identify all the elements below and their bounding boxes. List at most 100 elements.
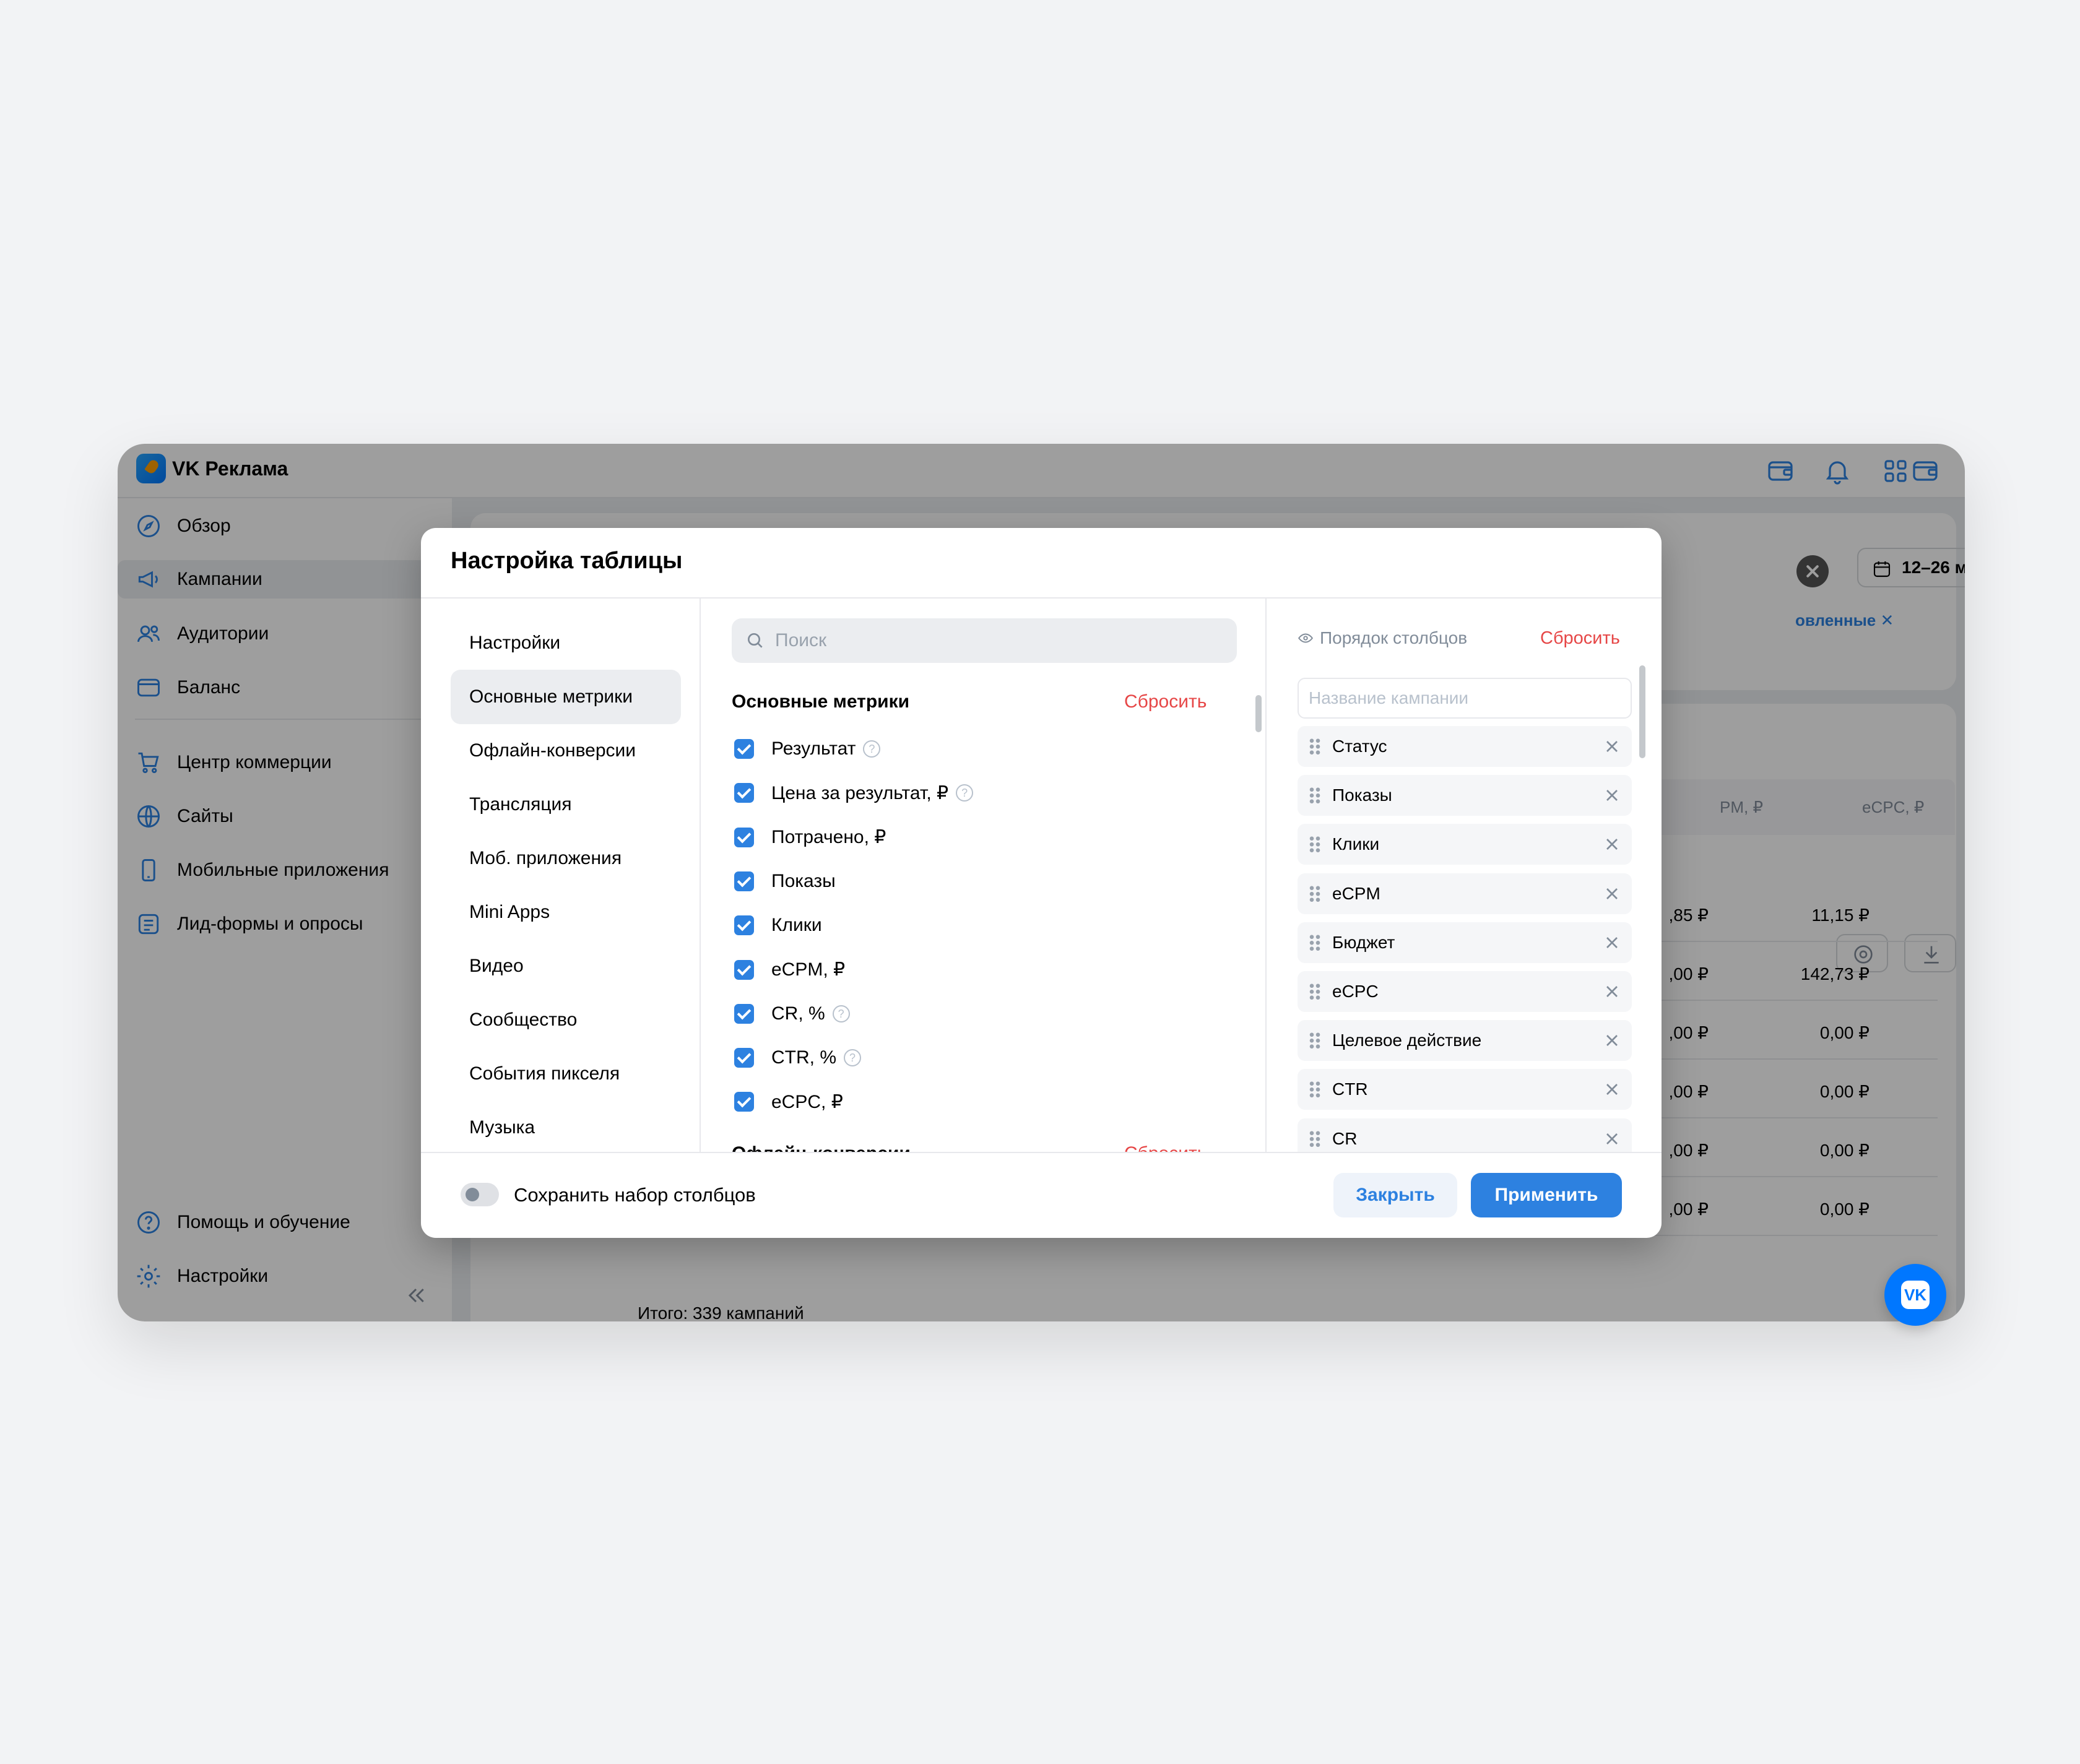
metric-label: Клики [771, 915, 822, 936]
checkbox-checked-icon[interactable] [734, 827, 754, 847]
close-button[interactable]: Закрыть [1333, 1173, 1457, 1217]
category-item[interactable]: Настройки [451, 616, 681, 670]
metric-checkbox-row[interactable]: Показы [734, 866, 836, 897]
metric-checkbox-row[interactable]: CTR, %? [734, 1042, 861, 1073]
column-order-label: Целевое действие [1332, 1031, 1482, 1050]
metric-label: eCPC, ₽ [771, 1091, 843, 1112]
category-item[interactable]: Трансляция [451, 777, 681, 832]
fixed-column-label: Название кампании [1309, 688, 1469, 707]
metric-checkbox-row[interactable]: Цена за результат, ₽? [734, 777, 974, 808]
metric-label: eCPM, ₽ [771, 959, 846, 980]
checkbox-checked-icon[interactable] [734, 1092, 754, 1112]
metric-checkbox-row[interactable]: Результат? [734, 733, 881, 764]
category-item[interactable]: Mini Apps [451, 885, 681, 940]
remove-column-icon[interactable] [1602, 933, 1622, 953]
metric-label: CTR, % [771, 1047, 836, 1068]
vk-chat-button[interactable]: VK [1884, 1264, 1946, 1326]
metric-label: Потрачено, ₽ [771, 827, 886, 848]
drag-handle-icon[interactable] [1309, 1032, 1321, 1050]
checkbox-checked-icon[interactable] [734, 959, 754, 980]
checkbox-checked-icon[interactable] [734, 783, 754, 803]
column-order-panel: Порядок столбцов Сбросить Название кампа… [1268, 599, 1662, 1152]
remove-column-icon[interactable] [1602, 1079, 1622, 1099]
search-input[interactable]: Поиск [732, 618, 1237, 663]
drag-handle-icon[interactable] [1309, 983, 1321, 1000]
drag-handle-icon[interactable] [1309, 1130, 1321, 1148]
vk-logo-icon: VK [1901, 1281, 1930, 1309]
checkbox-checked-icon[interactable] [734, 871, 754, 891]
section-title: Основные метрики [732, 691, 910, 712]
metric-label: Показы [771, 870, 836, 891]
column-order-item[interactable]: Статус [1298, 726, 1632, 767]
category-item[interactable]: Видео [451, 939, 681, 993]
metric-label: Результат [771, 738, 856, 759]
table-settings-modal: Настройка таблицы Настройки Основные метр… [421, 528, 1662, 1238]
help-circle-icon[interactable]: ? [844, 1049, 861, 1067]
reset-metrics-button[interactable]: Сбросить [1124, 691, 1207, 712]
save-columns-toggle[interactable] [461, 1183, 499, 1206]
metric-checkbox-row[interactable]: Потрачено, ₽ [734, 822, 886, 853]
next-section-title: Офлайн-конверсии [732, 1143, 911, 1152]
drag-handle-icon[interactable] [1309, 836, 1321, 854]
search-icon [748, 633, 763, 648]
metrics-panel: Поиск Основные метрики Сбросить Результа… [702, 599, 1267, 1152]
category-item[interactable]: Сообщество [451, 993, 681, 1047]
checkbox-checked-icon[interactable] [734, 1048, 754, 1068]
remove-column-icon[interactable] [1602, 884, 1622, 904]
drag-handle-icon[interactable] [1309, 738, 1321, 755]
remove-column-icon[interactable] [1602, 737, 1622, 756]
column-order-item[interactable]: eCPC [1298, 971, 1632, 1012]
drag-handle-icon[interactable] [1309, 1081, 1321, 1099]
column-order-label: Бюджет [1332, 932, 1395, 952]
help-circle-icon[interactable]: ? [863, 740, 881, 758]
checkbox-checked-icon[interactable] [734, 1003, 754, 1024]
column-order-item[interactable]: Показы [1298, 775, 1632, 816]
category-item[interactable]: Музыка [451, 1100, 681, 1152]
metrics-scrollbar[interactable] [1255, 695, 1262, 732]
fixed-column-campaign-name: Название кампании [1298, 678, 1632, 719]
modal-footer-divider [421, 1152, 1662, 1153]
metric-checkbox-row[interactable]: eCPC, ₽ [734, 1086, 843, 1117]
column-order-label: eCPM [1332, 883, 1380, 903]
category-item[interactable]: События пикселя [451, 1047, 681, 1101]
metric-label: CR, % [771, 1003, 825, 1024]
category-list: Настройки Основные метрики Офлайн-конверси… [421, 599, 701, 1152]
category-item[interactable]: Моб. приложения [451, 831, 681, 886]
column-order-item[interactable]: eCPM [1298, 873, 1632, 914]
column-order-label: Клики [1332, 834, 1380, 854]
column-order-label: CTR [1332, 1079, 1368, 1099]
checkbox-checked-icon[interactable] [734, 739, 754, 759]
order-scrollbar[interactable] [1639, 665, 1645, 758]
column-order-title: Порядок столбцов [1298, 628, 1467, 648]
column-order-item[interactable]: CR [1298, 1118, 1632, 1152]
column-order-item[interactable]: CTR [1298, 1069, 1632, 1110]
drag-handle-icon[interactable] [1309, 933, 1321, 951]
remove-column-icon[interactable] [1602, 834, 1622, 854]
reset-offline-button[interactable]: Сбросить [1124, 1143, 1207, 1152]
column-order-label: Порядок столбцов [1320, 628, 1468, 647]
column-order-label: eCPC [1332, 982, 1379, 1001]
remove-column-icon[interactable] [1602, 785, 1622, 805]
help-circle-icon[interactable]: ? [832, 1005, 850, 1023]
category-item[interactable]: Основные метрики [451, 670, 681, 724]
apply-button[interactable]: Применить [1471, 1173, 1622, 1217]
reset-order-button[interactable]: Сбросить [1540, 628, 1620, 649]
drag-handle-icon[interactable] [1309, 884, 1321, 902]
modal-title: Настройка таблицы [451, 548, 683, 574]
help-circle-icon[interactable]: ? [956, 784, 974, 802]
remove-column-icon[interactable] [1602, 1031, 1622, 1050]
remove-column-icon[interactable] [1602, 1129, 1622, 1149]
search-placeholder: Поиск [775, 630, 827, 651]
drag-handle-icon[interactable] [1309, 787, 1321, 805]
column-order-item[interactable]: Клики [1298, 824, 1632, 865]
category-item[interactable]: Офлайн-конверсии [451, 724, 681, 778]
column-order-item[interactable]: Целевое действие [1298, 1020, 1632, 1061]
metric-checkbox-row[interactable]: CR, %? [734, 998, 850, 1029]
column-order-item[interactable]: Бюджет [1298, 922, 1632, 963]
remove-column-icon[interactable] [1602, 982, 1622, 1001]
metric-checkbox-row[interactable]: eCPM, ₽ [734, 954, 845, 985]
metric-checkbox-row[interactable]: Клики [734, 910, 822, 941]
save-columns-label: Сохранить набор столбцов [514, 1184, 756, 1206]
checkbox-checked-icon[interactable] [734, 915, 754, 936]
column-order-label: CR [1332, 1128, 1358, 1148]
